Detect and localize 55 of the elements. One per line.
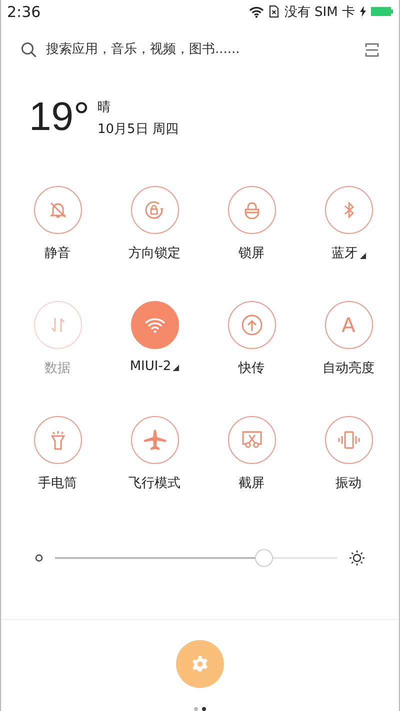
sim-icon: [269, 5, 280, 18]
search-field[interactable]: 搜索应用，音乐，视频，图书......: [46, 42, 356, 58]
toggle-label: 数据: [44, 360, 70, 377]
toggle-button[interactable]: [34, 416, 82, 464]
temperature: 19°: [29, 95, 90, 140]
settings-button[interactable]: [176, 640, 224, 688]
brightness-low-icon: [35, 554, 43, 562]
bell-off-icon: [48, 200, 66, 219]
flashlight-icon: [48, 430, 66, 450]
wifi-icon: [144, 316, 166, 333]
toggle-label: 振动: [336, 474, 362, 492]
brightness-slider[interactable]: [55, 548, 337, 567]
battery-icon: [371, 6, 393, 18]
toggle-button[interactable]: [130, 300, 178, 349]
toggle-button[interactable]: [324, 186, 372, 234]
toggle-label: 自动亮度: [322, 360, 374, 377]
toggle-button[interactable]: [228, 416, 276, 464]
toggle-button[interactable]: [34, 186, 82, 234]
vibrate-icon: [336, 430, 360, 449]
toggle-button[interactable]: [130, 416, 178, 464]
toggle-label: 蓝牙: [332, 244, 366, 262]
upload-icon: [240, 314, 262, 336]
bluetooth-icon: [342, 200, 354, 219]
toggle-button[interactable]: [228, 186, 276, 234]
toggle-button[interactable]: [228, 300, 276, 349]
toggle-label: 快传: [238, 360, 264, 377]
rotation-lock-icon: [144, 200, 166, 220]
settings-icon: [191, 654, 209, 673]
toggle-button[interactable]: A: [324, 300, 372, 349]
toggle-label: 截屏: [238, 474, 264, 492]
toggle-label: 手电筒: [38, 474, 77, 492]
date-text: 10月5日 周四: [98, 120, 178, 138]
carrier-text: 没有 SIM 卡: [284, 4, 355, 21]
toggle-label: 锁屏: [238, 244, 264, 262]
toggle-label: 飞行模式: [128, 474, 180, 492]
status-time: 2:36: [7, 2, 41, 21]
airplane-icon: [144, 430, 166, 450]
slider-thumb[interactable]: [254, 548, 273, 567]
toggle-button[interactable]: [324, 416, 372, 464]
toggle-label: MIUI-2: [130, 358, 180, 374]
arrows-icon: [50, 316, 64, 333]
brightness-high-icon: [349, 550, 365, 566]
toggle-label: 静音: [44, 244, 70, 262]
search-icon: [21, 42, 37, 58]
auto-brightness-icon: A: [342, 314, 356, 335]
toggle-label: 方向锁定: [128, 244, 180, 262]
scissors-icon: [242, 430, 262, 449]
page-dot[interactable]: [194, 706, 198, 711]
charging-icon: [360, 6, 366, 18]
weather-condition: 晴: [98, 98, 112, 116]
wifi-icon: [249, 6, 264, 18]
toggle-button[interactable]: [130, 186, 178, 234]
scan-icon[interactable]: [365, 42, 379, 57]
page-dot[interactable]: [202, 706, 206, 711]
lock-icon: [242, 200, 260, 219]
